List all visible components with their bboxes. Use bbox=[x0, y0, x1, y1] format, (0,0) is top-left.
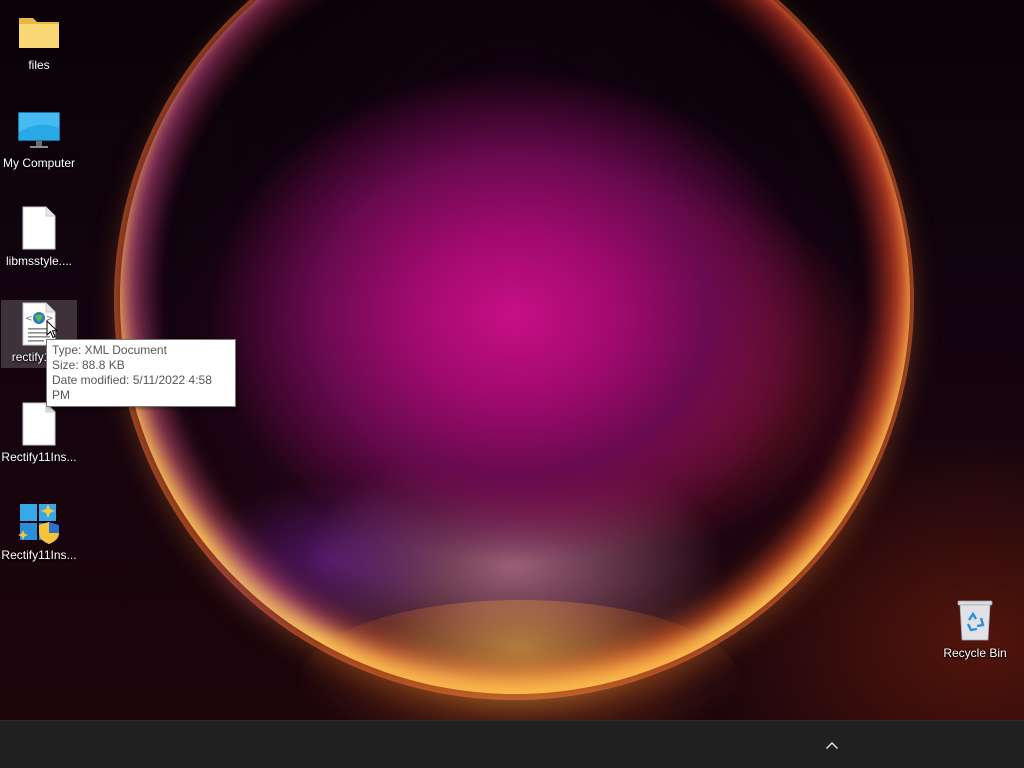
blank-file-icon bbox=[17, 402, 61, 446]
taskbar bbox=[0, 720, 1024, 768]
desktop-icon-label: Recycle Bin bbox=[943, 646, 1007, 660]
desktop-icon-recycle-bin[interactable]: Recycle Bin bbox=[937, 596, 1013, 664]
recycle-bin-icon bbox=[953, 598, 997, 642]
file-info-tooltip: Type: XML Document Size: 88.8 KB Date mo… bbox=[46, 339, 236, 407]
desktop-icon-label: files bbox=[28, 58, 50, 72]
desktop-icon-label: libmsstyle.... bbox=[5, 254, 72, 268]
wallpaper-bottom-glow bbox=[300, 600, 740, 720]
chevron-up-icon bbox=[826, 741, 838, 749]
folder-icon bbox=[17, 10, 61, 54]
desktop-icon-rectify-installer-file[interactable]: Rectify11Ins... bbox=[1, 400, 77, 468]
desktop-icon-files[interactable]: files bbox=[1, 8, 77, 76]
mouse-cursor-icon bbox=[46, 319, 59, 339]
monitor-icon bbox=[17, 108, 61, 152]
tooltip-type: Type: XML Document bbox=[52, 343, 167, 357]
desktop-icon-label: Rectify11Ins... bbox=[1, 548, 77, 562]
show-hidden-icons-button[interactable] bbox=[818, 733, 846, 757]
blank-file-icon bbox=[17, 206, 61, 250]
desktop-icon-label: Rectify11Ins... bbox=[1, 450, 77, 464]
desktop-icon-label: My Computer bbox=[2, 156, 76, 170]
wallpaper-bloom bbox=[122, 0, 906, 692]
wallpaper-rim bbox=[120, 0, 910, 694]
desktop[interactable]: files My Computer libmsstyle.... < > rec… bbox=[0, 0, 1024, 720]
svg-text:<: < bbox=[25, 314, 33, 324]
desktop-icon-my-computer[interactable]: My Computer bbox=[1, 106, 77, 174]
installer-shield-icon bbox=[17, 500, 61, 544]
desktop-icon-libmsstyle[interactable]: libmsstyle.... bbox=[1, 204, 77, 272]
wallpaper-violet-glow bbox=[200, 480, 460, 640]
desktop-icon-rectify-installer[interactable]: Rectify11Ins... bbox=[1, 498, 77, 566]
tooltip-size: Size: 88.8 KB bbox=[52, 358, 125, 372]
tooltip-date-modified: Date modified: 5/11/2022 4:58 PM bbox=[52, 373, 212, 402]
